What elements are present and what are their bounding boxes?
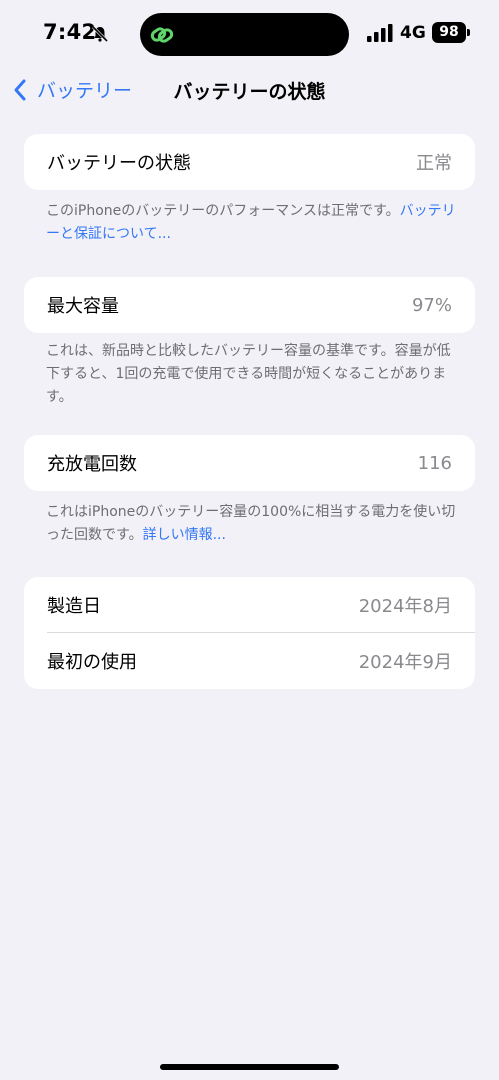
battery-health-screen: 7:42 4G 98 バッテリー バッテリーの状態 バッテリーの状態 正常 この…: [0, 0, 499, 1080]
max-capacity-label: 最大容量: [47, 296, 119, 317]
max-capacity-row: 最大容量 97%: [24, 277, 475, 333]
home-indicator[interactable]: [160, 1064, 339, 1070]
battery-health-group: バッテリーの状態 正常: [24, 134, 475, 190]
battery-icon: 98: [432, 22, 466, 43]
max-capacity-group: 最大容量 97%: [24, 277, 475, 333]
battery-health-label: バッテリーの状態: [47, 153, 191, 174]
cycle-count-footnote: これはiPhoneのバッテリー容量の100%に相当する電力を使い切った回数です。…: [46, 501, 461, 547]
dates-group: 製造日 2024年8月 最初の使用 2024年9月: [24, 577, 475, 689]
cycle-count-group: 充放電回数 116: [24, 435, 475, 491]
navigation-bar: バッテリー バッテリーの状態: [0, 68, 499, 112]
cycle-count-label: 充放電回数: [47, 454, 137, 475]
bell-slash-icon: [91, 25, 109, 43]
signal-icon: [367, 24, 393, 42]
first-use-row: 最初の使用 2024年9月: [24, 633, 475, 689]
battery-health-row: バッテリーの状態 正常: [24, 134, 475, 190]
link-icon: [149, 22, 175, 48]
battery-health-description: このiPhoneのバッテリーのパフォーマンスは正常です。: [46, 203, 400, 219]
battery-health-value: 正常: [416, 153, 452, 174]
status-bar: 7:42 4G 98: [0, 0, 499, 68]
manufacture-date-row: 製造日 2024年8月: [24, 577, 475, 633]
network-type: 4G: [400, 23, 426, 43]
status-time: 7:42: [43, 20, 97, 44]
first-use-label: 最初の使用: [47, 652, 137, 673]
max-capacity-footnote: これは、新品時と比較したバッテリー容量の基準です。容量が低下すると、1回の充電で…: [46, 343, 451, 405]
learn-more-link[interactable]: 詳しい情報...: [143, 527, 226, 543]
battery-health-footnote: このiPhoneのバッテリーのパフォーマンスは正常です。バッテリーと保証について…: [46, 200, 461, 246]
cycle-count-description: これはiPhoneのバッテリー容量の100%に相当する電力を使い切った回数です。: [46, 504, 456, 543]
battery-tip: [467, 29, 470, 36]
manufacture-date-label: 製造日: [47, 596, 101, 617]
first-use-value: 2024年9月: [358, 652, 452, 673]
cycle-count-row: 充放電回数 116: [24, 435, 475, 491]
dynamic-island: [140, 13, 349, 56]
manufacture-date-value: 2024年8月: [358, 596, 452, 617]
cycle-count-value: 116: [417, 452, 452, 474]
page-title: バッテリーの状態: [173, 81, 326, 103]
max-capacity-value: 97%: [411, 294, 452, 316]
